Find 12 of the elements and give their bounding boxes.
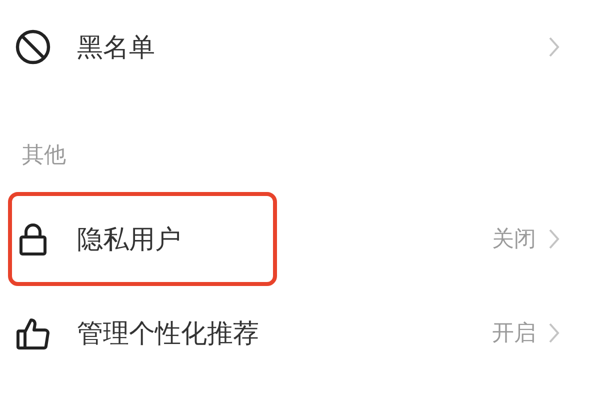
section-header: 其他 bbox=[22, 143, 66, 168]
settings-item[interactable]: 隐私用户 bbox=[77, 222, 181, 256]
chevron-right-icon bbox=[548, 322, 560, 344]
settings-item[interactable]: 黑名单 bbox=[77, 30, 155, 64]
thumbs-up-icon bbox=[16, 316, 50, 350]
settings-item[interactable]: 管理个性化推荐 bbox=[77, 316, 259, 350]
lock-icon bbox=[18, 222, 48, 256]
setting-value: 开启 bbox=[492, 320, 536, 348]
chevron-right-icon bbox=[548, 36, 560, 58]
block-icon bbox=[15, 29, 51, 65]
chevron-right-icon bbox=[548, 228, 560, 250]
setting-value: 关闭 bbox=[492, 226, 536, 254]
